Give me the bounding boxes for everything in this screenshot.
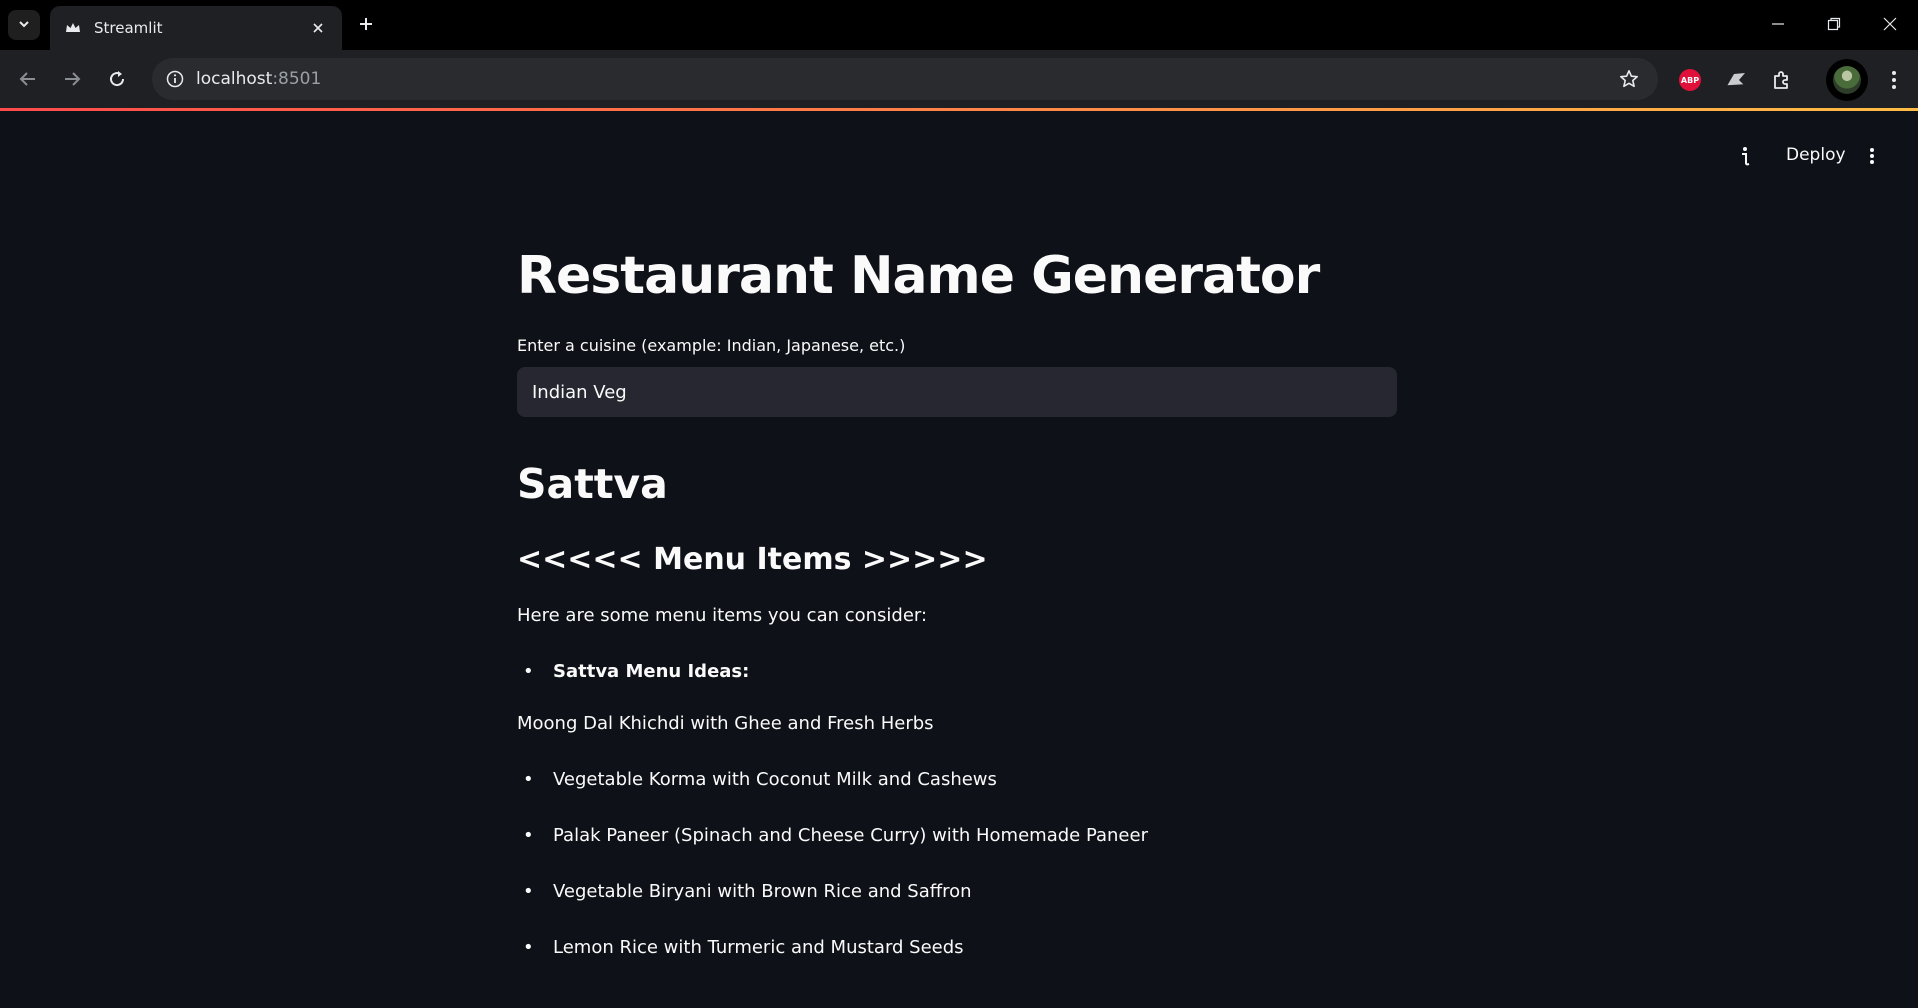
deploy-button[interactable]: Deploy — [1772, 140, 1860, 170]
minimize-window-icon[interactable] — [1750, 0, 1806, 48]
adblock-extension-icon[interactable]: ABP — [1676, 66, 1704, 94]
list-item: • Palak Paneer (Spinach and Cheese Curry)… — [523, 825, 1148, 846]
streamlit-crown-icon — [64, 19, 82, 37]
reload-icon[interactable] — [103, 65, 131, 93]
cuisine-input-label: Enter a cuisine (example: Indian, Japane… — [517, 336, 906, 355]
close-window-icon[interactable] — [1862, 0, 1918, 48]
menu-item-text: Vegetable Korma with Coconut Milk and Ca… — [553, 769, 997, 790]
list-item: • Sattva Menu Ideas: — [523, 661, 750, 682]
extension-bird-icon[interactable] — [1722, 66, 1750, 94]
menu-item-text: Lemon Rice with Turmeric and Mustard See… — [553, 937, 964, 958]
menu-items-heading: <<<<< Menu Items >>>>> — [517, 542, 988, 577]
back-arrow-icon[interactable] — [14, 65, 42, 93]
main-content: Restaurant Name Generator Enter a cuisin… — [517, 240, 1397, 963]
restaurant-name: Sattva — [517, 460, 668, 508]
menu-items-list: • Vegetable Korma with Coconut Milk and C… — [517, 765, 1397, 963]
browser-menu-icon[interactable] — [1880, 66, 1908, 94]
url-port: :8501 — [272, 69, 322, 89]
url-host: localhost — [196, 69, 273, 89]
close-tab-icon[interactable] — [308, 18, 328, 38]
chevron-down-icon — [17, 16, 31, 35]
forward-arrow-icon[interactable] — [58, 65, 86, 93]
profile-avatar-button[interactable] — [1826, 59, 1868, 101]
menu-intro: Here are some menu items you can conside… — [517, 605, 928, 626]
page-title: Restaurant Name Generator — [517, 246, 1320, 306]
avatar — [1833, 66, 1861, 94]
menu-ideas-list: • Sattva Menu Ideas: — [517, 657, 1397, 687]
list-item: • Vegetable Biryani with Brown Rice and S… — [523, 881, 972, 902]
list-item: • Vegetable Korma with Coconut Milk and C… — [523, 769, 997, 790]
browser-tab-bar: Streamlit — [0, 0, 1918, 50]
streamlit-decoration-bar — [0, 108, 1918, 111]
abp-badge: ABP — [1679, 69, 1701, 91]
url-text: localhost:8501 — [196, 69, 321, 89]
site-info-icon[interactable] — [162, 66, 188, 92]
menu-item-text: Palak Paneer (Spinach and Cheese Curry) … — [553, 825, 1148, 846]
menu-item-text: Vegetable Biryani with Brown Rice and Sa… — [553, 881, 972, 902]
cuisine-input[interactable] — [517, 367, 1397, 417]
extensions-puzzle-icon[interactable] — [1767, 66, 1795, 94]
menu-item-plain: Moong Dal Khichdi with Ghee and Fresh He… — [517, 713, 934, 734]
list-item: • Lemon Rice with Turmeric and Mustard Se… — [523, 937, 964, 958]
tab-search-button[interactable] — [8, 10, 40, 40]
rerun-status-icon[interactable] — [1732, 142, 1760, 170]
menu-ideas-heading: Sattva Menu Ideas: — [553, 661, 750, 682]
main-menu-icon[interactable] — [1858, 142, 1886, 170]
restore-window-icon[interactable] — [1806, 0, 1862, 48]
tab-title: Streamlit — [94, 19, 163, 37]
address-bar[interactable]: localhost:8501 — [152, 58, 1658, 100]
new-tab-button[interactable] — [354, 12, 378, 36]
bookmark-star-icon[interactable] — [1618, 68, 1640, 90]
browser-tab[interactable]: Streamlit — [50, 6, 342, 50]
